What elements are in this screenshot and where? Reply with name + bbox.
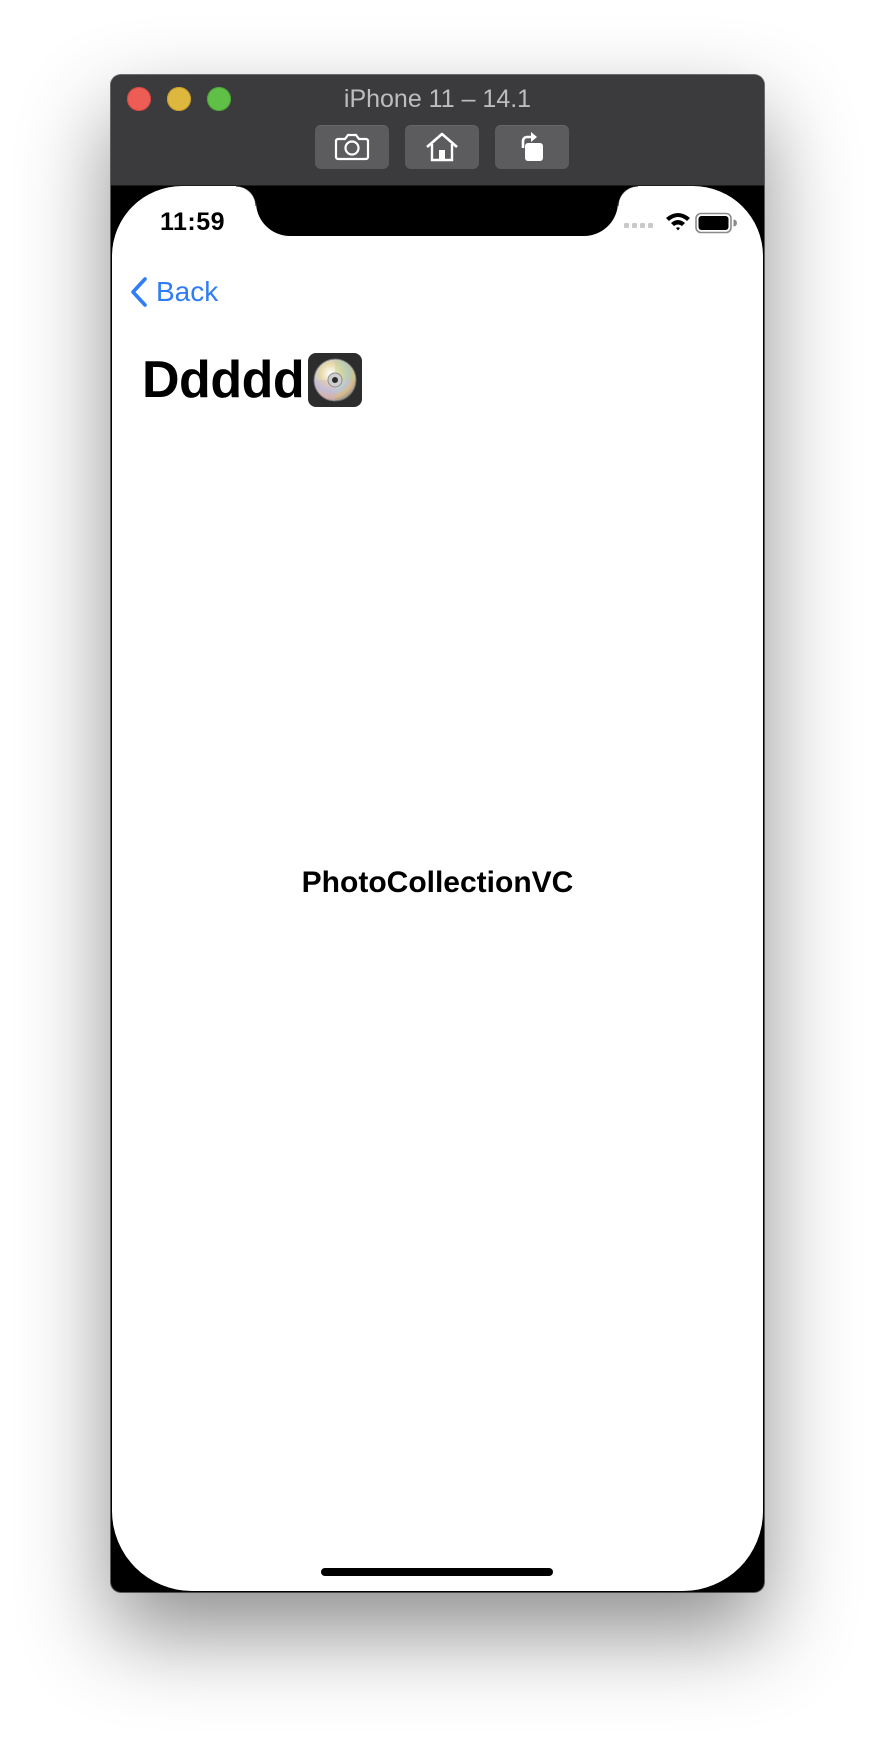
screenshot-icon [334,133,370,161]
simulator-window: iPhone 11 – 14.1 11:59 Back Ddddd PhotoC… [111,75,764,1592]
wifi-icon [666,213,690,231]
navigation-large-title: Ddddd [142,350,363,410]
rotate-icon [521,132,543,161]
optical-disc-icon [308,353,363,407]
rotate-button[interactable] [495,125,569,169]
back-button-label: Back [156,276,219,307]
back-button[interactable]: Back [130,276,218,308]
home-icon [426,132,458,162]
device-notch [236,186,638,236]
screenshot-button[interactable] [315,125,389,169]
status-bar-time: 11:59 [160,208,226,236]
desktop-backdrop: iPhone 11 – 14.1 11:59 Back Ddddd PhotoC… [0,0,876,1740]
cellular-signal-icon [624,223,653,228]
view-controller-label: PhotoCollectionVC [301,866,574,899]
home-button[interactable] [405,125,479,169]
large-title-text: Ddddd [142,351,305,409]
chevron-left-icon [131,277,147,307]
window-titlebar: iPhone 11 – 14.1 [111,75,764,186]
battery-icon [695,212,737,234]
device-screen: 11:59 Back Ddddd PhotoCollectionVC [112,186,763,1591]
window-title: iPhone 11 – 14.1 [343,85,532,113]
home-indicator[interactable] [321,1568,553,1576]
